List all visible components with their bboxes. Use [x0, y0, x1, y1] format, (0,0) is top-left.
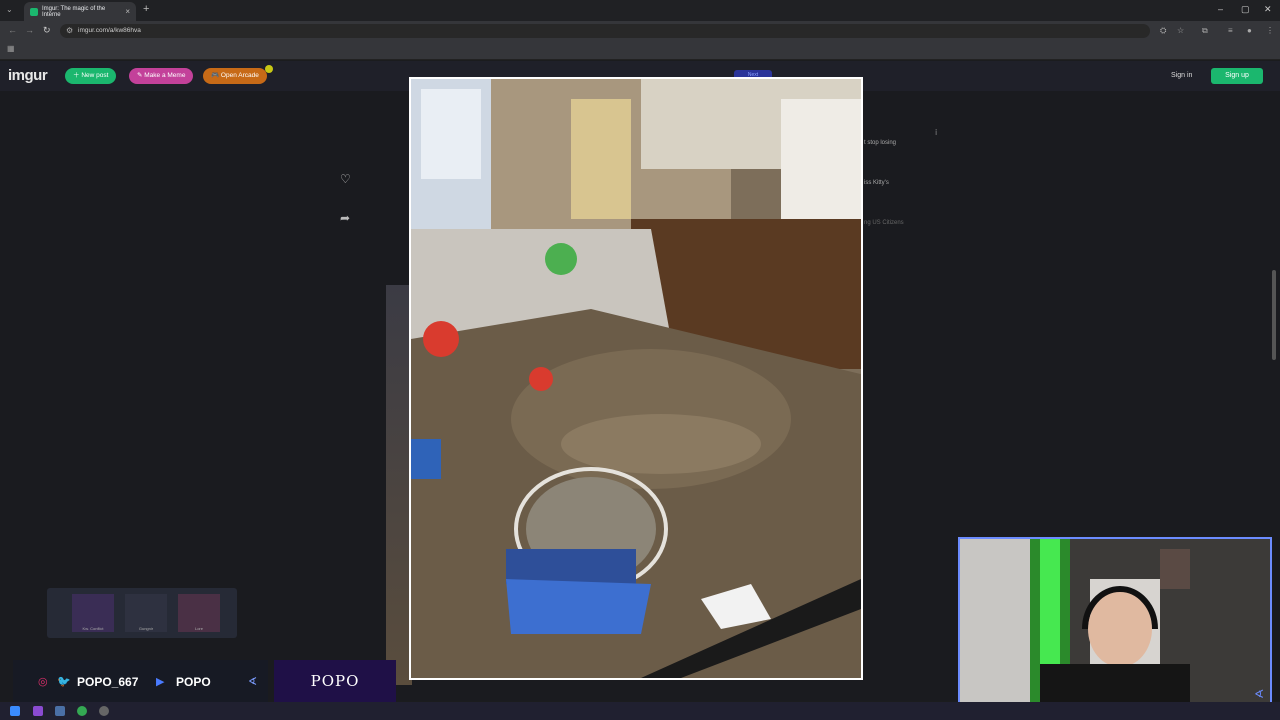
new-tab-button[interactable]: + [143, 3, 149, 15]
extensions-icon[interactable]: ⧉ [1202, 26, 1208, 36]
os-taskbar [0, 702, 1280, 720]
youtube-handle: POPO [176, 675, 211, 689]
open-arcade-label: Open Arcade [220, 72, 259, 79]
imgur-logo[interactable]: imgur [8, 67, 48, 84]
webcam-overlay: ∢ [958, 537, 1272, 713]
sidebar-post-title[interactable]: iss Kitty's [864, 180, 889, 186]
post-image[interactable] [409, 77, 863, 680]
start-icon[interactable] [10, 706, 20, 716]
open-arcade-button[interactable]: 🎮 Open Arcade [203, 68, 267, 84]
streamer-logo-icon: ∢ [1253, 687, 1264, 701]
app-icon[interactable] [99, 706, 109, 716]
app-icon[interactable] [33, 706, 43, 716]
make-meme-label: Make a Meme [144, 72, 186, 79]
weapon-label: Lore [194, 626, 203, 631]
tab-list-icon[interactable]: ⌄ [6, 5, 13, 14]
youtube-icon: ▶ [156, 676, 165, 688]
translate-icon[interactable]: ⛭ [1160, 26, 1166, 36]
sign-in-link[interactable]: Sign in [1171, 72, 1192, 79]
steam-icon[interactable] [55, 706, 65, 716]
webcam-feed [960, 539, 1270, 711]
weapon-card: Gungnir [125, 594, 167, 632]
forward-icon[interactable]: → [25, 25, 34, 35]
weapon-label: Gungnir [138, 626, 154, 631]
url-text: imgur.com/a/kw86hva [78, 27, 141, 34]
streamer-logo-icon: ∢ [248, 676, 258, 688]
make-meme-button[interactable]: ✎ Make a Meme [129, 68, 194, 84]
page-scrollbar[interactable] [1272, 270, 1276, 360]
new-post-button[interactable]: ＋ New post [65, 68, 117, 84]
social-banner: ◎ 🐦 POPO_667 ▶ POPO ∢ [13, 660, 268, 702]
instagram-icon: ◎ [38, 676, 48, 688]
profile-icon[interactable]: ● [1247, 26, 1252, 35]
bookmark-star-icon[interactable]: ☆ [1177, 26, 1184, 35]
brand-banner: POPO [274, 660, 396, 702]
arcade-badge [265, 65, 273, 73]
menu-icon[interactable]: ⋮ [1266, 26, 1274, 35]
heart-icon[interactable]: ♡ [340, 172, 351, 186]
new-post-label: New post [81, 72, 109, 79]
address-bar-row: ← → ↻ imgur.com/a/kw86hva ⚙ ⛭ ☆ ⧉ ≡ ● ⋮ [0, 21, 1280, 41]
twitter-icon: 🐦 [57, 676, 71, 688]
reload-icon[interactable]: ↻ [43, 25, 51, 36]
weapon-card: Lore [178, 594, 220, 632]
cluttered-room-photo [411, 79, 861, 678]
twitter-handle: POPO_667 [77, 675, 139, 689]
restore-icon[interactable]: ▢ [1241, 4, 1250, 15]
apps-grid-icon[interactable]: ▦ [7, 44, 15, 53]
media-icon[interactable]: ≡ [1228, 26, 1233, 35]
browser-tab[interactable]: Imgur: The magic of the Interne × [24, 2, 136, 21]
gamepad-icon: 🎮 [211, 72, 221, 79]
browser-tab-bar: ⌄ Imgur: The magic of the Interne × + – … [0, 0, 1280, 21]
share-arrow-icon[interactable]: ➦ [340, 211, 350, 225]
bookmarks-bar: ▦ [0, 41, 1280, 60]
sign-up-button[interactable]: Sign up [1211, 68, 1263, 84]
sidebar-post-title[interactable]: ng US Citizens [864, 220, 904, 226]
weapon-label: Kw. Conflict [82, 626, 104, 631]
weapon-card: Kw. Conflict [72, 594, 114, 632]
close-window-icon[interactable]: ✕ [1264, 4, 1272, 15]
close-tab-icon[interactable]: × [125, 7, 130, 16]
info-icon[interactable]: ⅰ [935, 128, 937, 137]
sidebar-post-title[interactable]: t stop losing [864, 140, 896, 146]
url-field[interactable]: imgur.com/a/kw86hva [60, 24, 1150, 38]
site-info-icon[interactable]: ⚙ [66, 26, 73, 35]
imgur-favicon-icon [30, 7, 38, 16]
tab-title: Imgur: The magic of the Interne [41, 5, 106, 18]
minimize-icon[interactable]: – [1218, 4, 1223, 14]
weapons-overlay: Kw. Conflict Gungnir Lore [47, 588, 237, 638]
back-icon[interactable]: ← [8, 25, 17, 35]
chrome-icon[interactable] [77, 706, 87, 716]
